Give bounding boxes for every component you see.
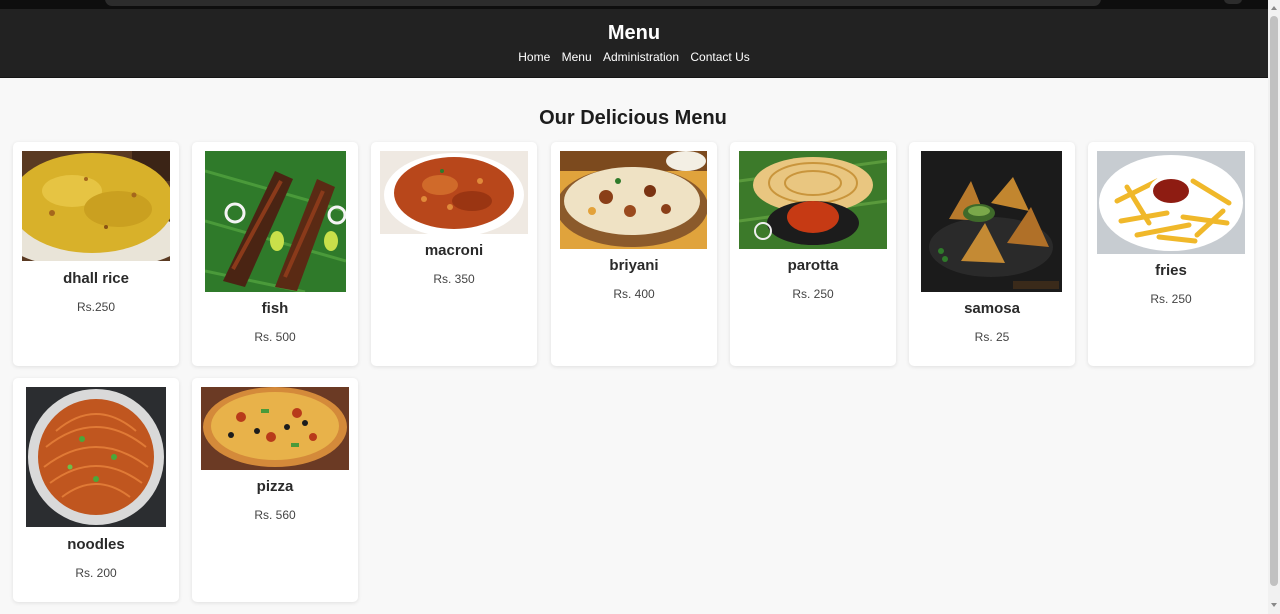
menu-card-pizza[interactable]: pizza Rs. 560	[192, 378, 358, 602]
menu-item-price: Rs. 250	[792, 287, 834, 301]
samosa-image	[921, 151, 1062, 292]
dhall-rice-image	[22, 151, 170, 261]
menu-item-name: fries	[1155, 262, 1187, 279]
pizza-image	[201, 387, 349, 470]
browser-top-strip	[0, 0, 1268, 9]
parotta-image	[739, 151, 887, 249]
menu-item-name: fish	[261, 300, 289, 317]
menu-item-price: Rs. 400	[613, 287, 655, 301]
menu-item-price: Rs. 200	[75, 566, 117, 580]
menu-item-price: Rs. 350	[433, 272, 475, 286]
nav-link-home[interactable]: Home	[518, 50, 550, 64]
menu-item-name: parotta	[787, 257, 839, 274]
menu-item-name: dhall rice	[63, 270, 129, 287]
nav-link-menu[interactable]: Menu	[562, 50, 592, 64]
menu-item-name: macroni	[424, 242, 484, 259]
menu-item-price: Rs. 500	[254, 330, 296, 344]
menu-card-parotta[interactable]: parotta Rs. 250	[730, 142, 896, 366]
menu-card-fish[interactable]: fish Rs. 500	[192, 142, 358, 366]
menu-item-price: Rs. 25	[974, 330, 1010, 344]
menu-card-briyani[interactable]: briyani Rs. 400	[551, 142, 717, 366]
noodles-image	[26, 387, 166, 527]
menu-card-noodles[interactable]: noodles Rs. 200	[13, 378, 179, 602]
menu-heading: Our Delicious Menu	[539, 107, 727, 129]
menu-item-price: Rs. 560	[254, 508, 296, 522]
menu-item-price: Rs.250	[76, 300, 116, 314]
menu-item-price: Rs. 250	[1150, 292, 1192, 306]
menu-card-samosa[interactable]: samosa Rs. 25	[909, 142, 1075, 366]
menu-item-name: samosa	[964, 300, 1020, 317]
vertical-scrollbar[interactable]	[1268, 0, 1280, 614]
site-title: Menu	[607, 22, 661, 44]
nav-link-contact-us[interactable]: Contact Us	[690, 50, 749, 64]
browser-control	[1224, 0, 1242, 4]
nav-link-administration[interactable]: Administration	[603, 50, 679, 64]
menu-card-macroni[interactable]: macroni Rs. 350	[371, 142, 537, 366]
fries-image	[1097, 151, 1245, 254]
menu-card-dhall-rice[interactable]: dhall rice Rs.250	[13, 142, 179, 366]
macaroni-image	[380, 151, 528, 234]
biryani-image	[560, 151, 707, 249]
site-header: Menu Home Menu Administration Contact Us	[0, 9, 1268, 78]
menu-item-name: noodles	[67, 536, 125, 553]
menu-item-name: briyani	[609, 257, 659, 274]
scrollbar-thumb[interactable]	[1270, 16, 1278, 586]
main-nav: Home Menu Administration Contact Us	[0, 49, 1268, 65]
menu-item-name: pizza	[256, 478, 294, 495]
address-bar-edge	[105, 0, 1101, 6]
scroll-up-arrow-icon[interactable]	[1271, 6, 1277, 10]
menu-card-fries[interactable]: fries Rs. 250	[1088, 142, 1254, 366]
scroll-down-arrow-icon[interactable]	[1271, 603, 1277, 607]
fish-image	[205, 151, 346, 292]
